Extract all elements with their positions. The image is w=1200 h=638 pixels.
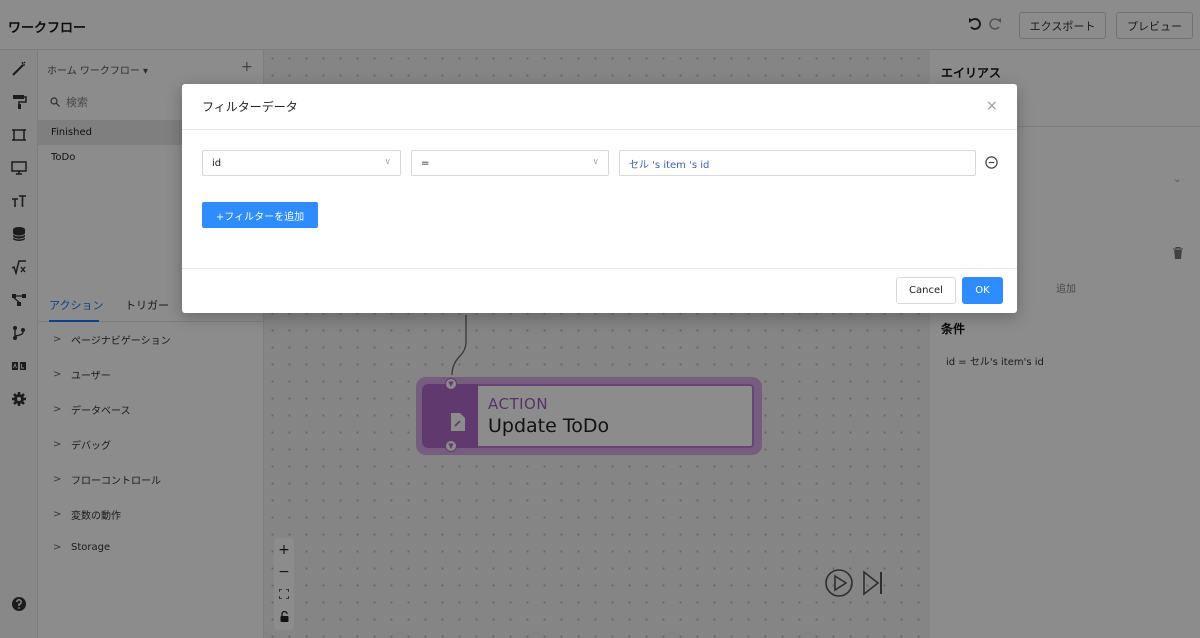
filter-operator-select[interactable]: = ∨ bbox=[411, 150, 609, 176]
ok-button[interactable]: OK bbox=[962, 277, 1003, 304]
filter-key-select[interactable]: id ∨ bbox=[202, 150, 401, 176]
divider bbox=[182, 268, 1017, 269]
filter-data-modal: フィルターデータ × id ∨ = ∨ セル 's item 's id +フィ… bbox=[182, 84, 1017, 313]
filter-value-field[interactable]: セル 's item 's id bbox=[619, 150, 976, 176]
close-icon[interactable]: × bbox=[986, 98, 998, 114]
filter-value-text: セル 's item 's id bbox=[629, 159, 710, 171]
divider bbox=[182, 129, 1017, 130]
remove-filter-icon[interactable] bbox=[985, 156, 998, 169]
modal-title: フィルターデータ bbox=[202, 100, 298, 114]
chevron-down-icon: ∨ bbox=[592, 157, 599, 167]
chevron-down-icon: ∨ bbox=[384, 157, 391, 167]
add-filter-button[interactable]: +フィルターを追加 bbox=[202, 202, 318, 228]
filter-key-value: id bbox=[212, 157, 222, 169]
cancel-button[interactable]: Cancel bbox=[896, 277, 956, 304]
filter-operator-value: = bbox=[421, 157, 430, 169]
